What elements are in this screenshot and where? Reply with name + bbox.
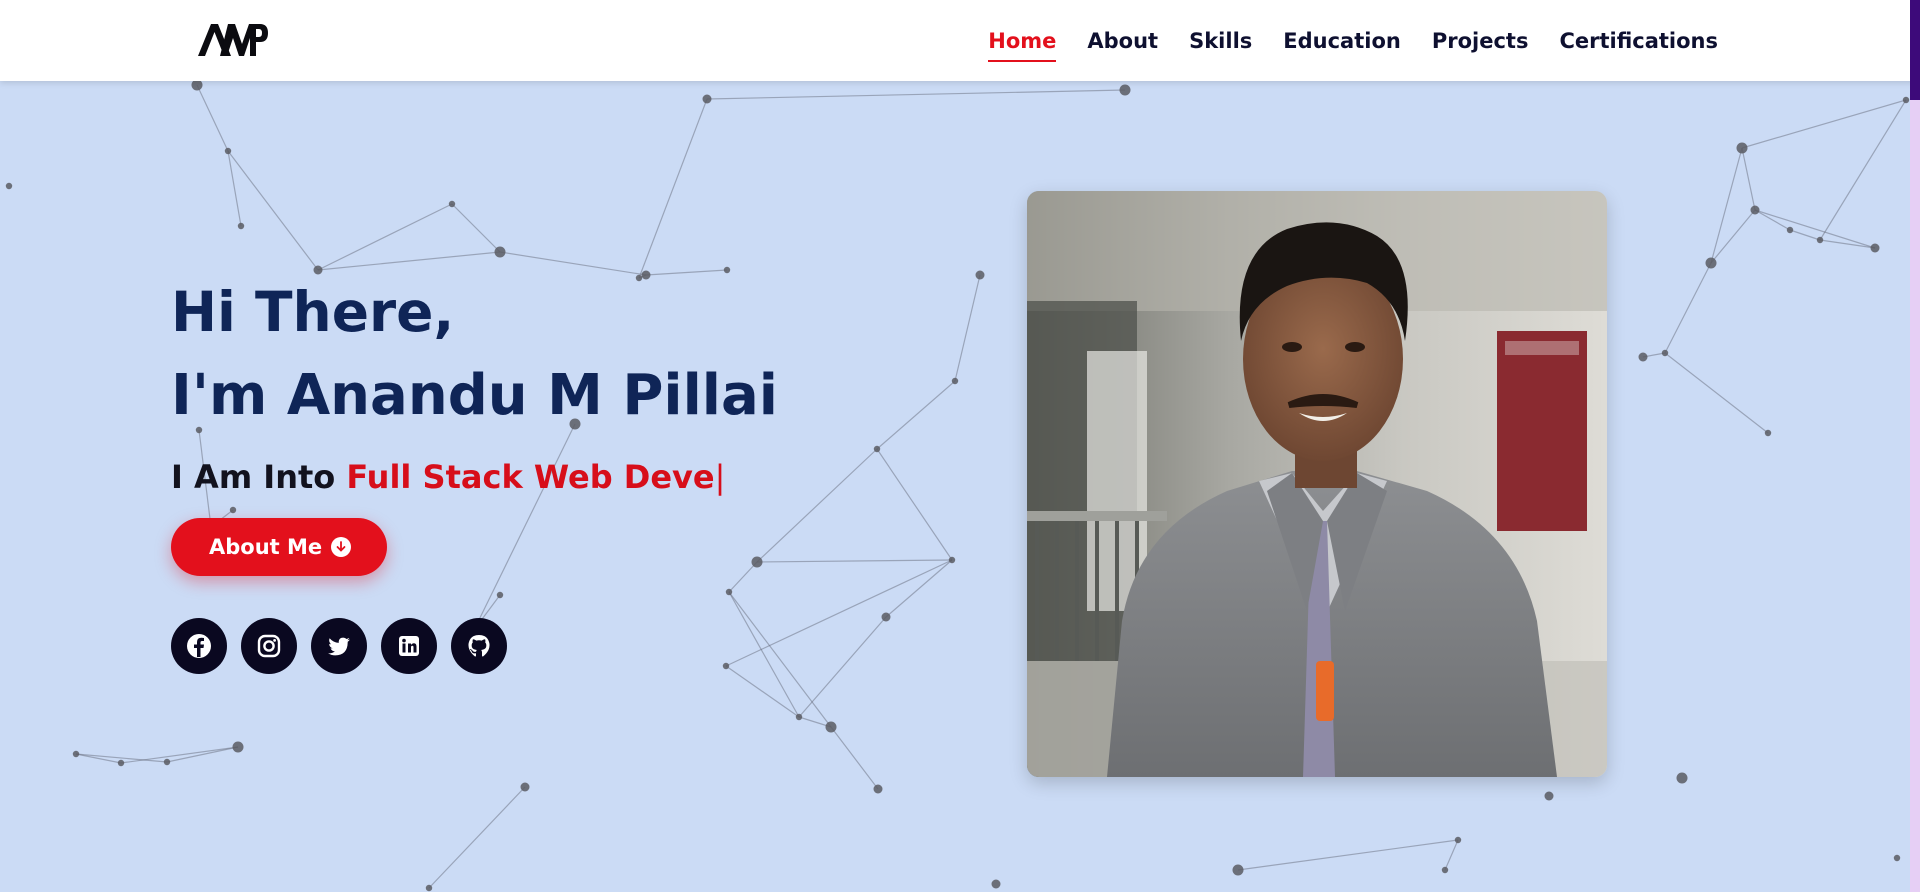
facebook-icon[interactable] <box>171 618 227 674</box>
nav-about[interactable]: About <box>1087 23 1158 59</box>
nav-skills[interactable]: Skills <box>1189 23 1252 59</box>
typed-role-line: I Am Into Full Stack Web Deve| <box>171 458 778 496</box>
typed-prefix: I Am Into <box>171 458 347 496</box>
hero-name: I'm Anandu M Pillai <box>171 363 778 428</box>
nav-menu: Home About Skills Education Projects Cer… <box>957 0 1718 81</box>
nav-education[interactable]: Education <box>1283 23 1401 59</box>
scrollbar-thumb[interactable] <box>1910 0 1920 100</box>
amp-logo-icon <box>198 24 268 56</box>
hero-section: Hi There, I'm Anandu M Pillai I Am Into … <box>171 280 778 674</box>
github-icon[interactable] <box>451 618 507 674</box>
profile-photo <box>1027 191 1607 777</box>
navbar: Home About Skills Education Projects Cer… <box>0 0 1920 81</box>
site-logo[interactable] <box>198 22 268 66</box>
portrait-image <box>1027 191 1607 777</box>
arrow-down-circle-icon <box>331 537 352 557</box>
nav-projects[interactable]: Projects <box>1432 23 1529 59</box>
instagram-icon[interactable] <box>241 618 297 674</box>
about-me-label: About Me <box>209 535 323 559</box>
about-me-button[interactable]: About Me <box>171 518 388 576</box>
typed-cursor: | <box>714 458 726 496</box>
nav-home[interactable]: Home <box>988 23 1057 62</box>
social-links <box>171 618 778 674</box>
nav-certifications[interactable]: Certifications <box>1559 23 1718 59</box>
twitter-icon[interactable] <box>311 618 367 674</box>
typed-role: Full Stack Web Deve <box>346 458 715 496</box>
hero-greeting: Hi There, <box>171 280 455 344</box>
linkedin-icon[interactable] <box>381 618 437 674</box>
scrollbar-track[interactable] <box>1910 100 1920 892</box>
